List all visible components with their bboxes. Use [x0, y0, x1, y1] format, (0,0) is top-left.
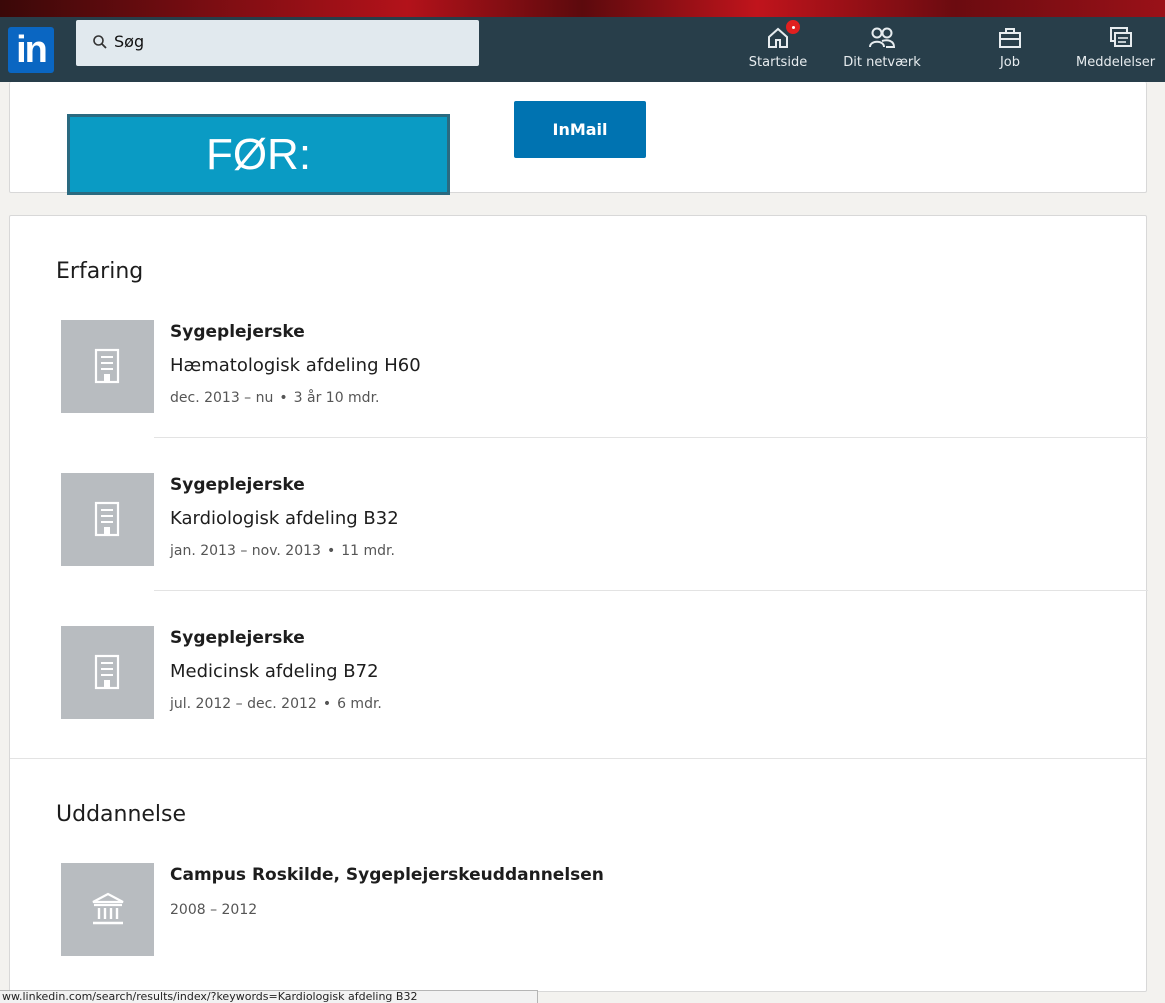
nav-label-network: Dit netværk — [843, 55, 921, 70]
education-school-name[interactable]: Campus Roskilde, Sygeplejerskeuddannelse… — [170, 865, 604, 885]
experience-job-title[interactable]: Sygeplejerske — [170, 322, 305, 342]
entry-divider — [154, 437, 1148, 438]
experience-duration: 3 år 10 mdr. — [293, 390, 380, 406]
search-input[interactable]: Søg — [76, 20, 479, 66]
experience-dates: jul. 2012 – dec. 2012 • 6 mdr. — [170, 696, 382, 712]
nav-label-home: Startside — [748, 55, 808, 70]
experience-duration: 6 mdr. — [337, 696, 382, 712]
network-icon — [869, 27, 896, 48]
experience-duration: 11 mdr. — [341, 543, 395, 559]
nav-label-jobs: Job — [999, 55, 1021, 70]
experience-dates: jan. 2013 – nov. 2013 • 11 mdr. — [170, 543, 395, 559]
search-icon — [93, 35, 107, 49]
section-divider — [10, 758, 1146, 759]
experience-job-title[interactable]: Sygeplejerske — [170, 475, 305, 495]
education-years: 2008 – 2012 — [170, 902, 258, 918]
company-logo-placeholder[interactable] — [61, 473, 154, 566]
company-logo-placeholder[interactable] — [61, 320, 154, 413]
search-placeholder: Søg — [114, 32, 145, 51]
school-logo-placeholder[interactable] — [61, 863, 154, 956]
experience-job-title[interactable]: Sygeplejerske — [170, 628, 305, 648]
experience-date-range: dec. 2013 – nu — [170, 390, 274, 406]
building-icon — [94, 501, 120, 537]
entry-divider — [154, 590, 1148, 591]
messages-icon — [1110, 27, 1132, 47]
experience-company[interactable]: Kardiologisk afdeling B32 — [170, 508, 399, 529]
inmail-button[interactable]: InMail — [514, 101, 646, 158]
profile-sections-card: Erfaring Sygeplejerske Hæmatologisk afde… — [9, 215, 1148, 992]
building-icon — [94, 348, 120, 384]
linkedin-logo[interactable]: in — [8, 27, 54, 73]
nav-item-messages[interactable]: Meddelelser — [1072, 19, 1165, 81]
experience-company[interactable]: Medicinsk afdeling B72 — [170, 661, 379, 682]
top-navigation-bar: in Søg Startside Dit netværk Job Meddele… — [0, 17, 1165, 82]
before-overlay-label: FØR: — [67, 114, 450, 195]
nav-item-network[interactable]: Dit netværk — [836, 19, 928, 81]
experience-company[interactable]: Hæmatologisk afdeling H60 — [170, 355, 421, 376]
nav-item-home[interactable]: Startside — [736, 18, 820, 81]
experience-date-range: jul. 2012 – dec. 2012 — [170, 696, 317, 712]
briefcase-icon — [999, 28, 1021, 48]
education-section-title: Uddannelse — [56, 802, 187, 827]
notification-badge — [784, 18, 802, 36]
building-icon — [94, 654, 120, 690]
school-building-icon — [92, 892, 124, 925]
company-logo-placeholder[interactable] — [61, 626, 154, 719]
experience-section-title: Erfaring — [56, 259, 144, 284]
top-banner-strip — [0, 0, 1165, 17]
experience-date-range: jan. 2013 – nov. 2013 — [170, 543, 321, 559]
nav-item-jobs[interactable]: Job — [975, 19, 1045, 81]
browser-status-bar-url: ww.linkedin.com/search/results/index/?ke… — [0, 990, 538, 1003]
nav-label-messages: Meddelelser — [1076, 55, 1156, 70]
experience-dates: dec. 2013 – nu • 3 år 10 mdr. — [170, 390, 380, 406]
